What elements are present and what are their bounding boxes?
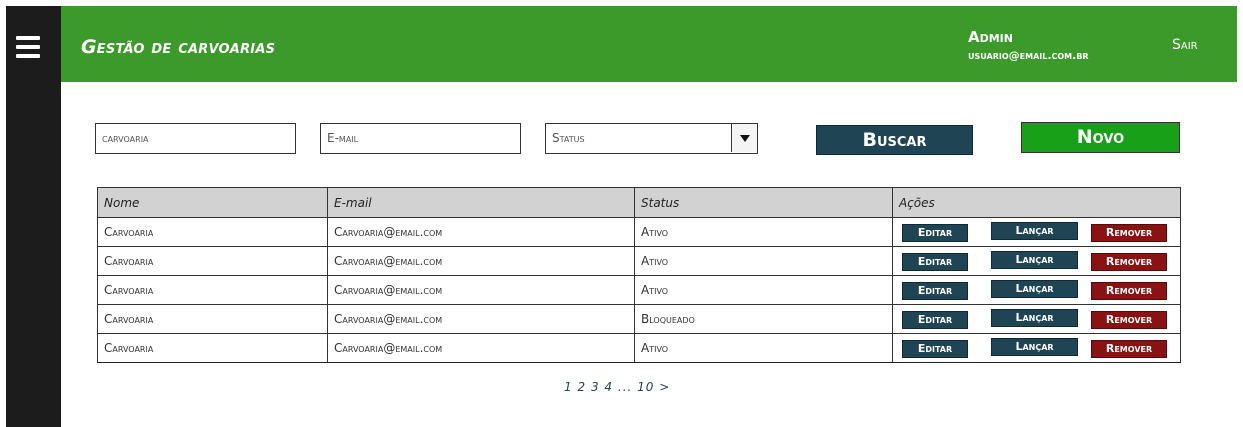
cell-nome: Carvoaria [97,275,328,305]
edit-button[interactable]: Editar [902,340,968,358]
page-ellipsis: ... [617,380,633,394]
table-header-row: Nome E-mail Status Ações [97,187,1181,218]
header-nome: Nome [97,187,328,218]
search-button[interactable]: Buscar [816,125,973,155]
remove-button[interactable]: Remover [1091,311,1167,329]
remove-button[interactable]: Remover [1091,282,1167,300]
carvoarias-table: Nome E-mail Status Ações Carvoaria Carvo… [97,187,1181,363]
cell-nome: Carvoaria [97,304,328,334]
cell-nome: Carvoaria [97,217,328,247]
table-row: Carvoaria Carvoaria@email.com Ativo Edit… [97,217,1181,247]
cell-status: Ativo [634,333,893,363]
launch-button[interactable]: Lançar [991,309,1078,327]
carvoaria-input[interactable] [102,131,289,145]
table-row: Carvoaria Carvoaria@email.com Ativo Edit… [97,275,1181,305]
pagination: 1 2 3 4 ... 10 > [564,380,670,394]
table-row: Carvoaria Carvoaria@email.com Bloqueado … [97,304,1181,334]
cell-actions: Editar Lançar Remover [892,246,1181,276]
next-page-link[interactable]: > [659,380,670,394]
header-email: E-mail [327,187,635,218]
header-acoes: Ações [892,187,1181,218]
carvoaria-field[interactable] [95,123,296,154]
header-bar: Gestão de carvoarias Admin usuario@email… [61,6,1237,82]
launch-button[interactable]: Lançar [991,338,1078,356]
page-link[interactable]: 2 [577,380,586,394]
launch-button[interactable]: Lançar [991,251,1078,269]
cell-email: Carvoaria@email.com [327,333,635,363]
logout-link[interactable]: Sair [1172,37,1198,53]
cell-actions: Editar Lançar Remover [892,217,1181,247]
remove-button[interactable]: Remover [1091,253,1167,271]
table-row: Carvoaria Carvoaria@email.com Ativo Edit… [97,246,1181,276]
cell-email: Carvoaria@email.com [327,246,635,276]
edit-button[interactable]: Editar [902,253,968,271]
email-input[interactable] [327,131,514,145]
status-select-value: Status [552,131,585,145]
cell-nome: Carvoaria [97,246,328,276]
status-select[interactable]: Status [545,123,758,154]
page-title: Gestão de carvoarias [81,36,276,58]
page-link[interactable]: 10 [637,380,654,394]
hamburger-menu-icon[interactable] [16,36,40,58]
chevron-down-icon[interactable] [731,124,757,152]
user-email: usuario@email.com.br [968,49,1089,62]
cell-status: Ativo [634,217,893,247]
page-link[interactable]: 4 [604,380,613,394]
edit-button[interactable]: Editar [902,311,968,329]
remove-button[interactable]: Remover [1091,224,1167,242]
cell-actions: Editar Lançar Remover [892,275,1181,305]
remove-button[interactable]: Remover [1091,340,1167,358]
cell-email: Carvoaria@email.com [327,304,635,334]
cell-email: Carvoaria@email.com [327,275,635,305]
edit-button[interactable]: Editar [902,224,968,242]
launch-button[interactable]: Lançar [991,280,1078,298]
cell-status: Bloqueado [634,304,893,334]
sidebar [6,6,61,427]
edit-button[interactable]: Editar [902,282,968,300]
new-button[interactable]: Novo [1021,122,1180,153]
page-link[interactable]: 1 [564,380,573,394]
table-row: Carvoaria Carvoaria@email.com Ativo Edit… [97,333,1181,363]
cell-actions: Editar Lançar Remover [892,304,1181,334]
page-link[interactable]: 3 [591,380,600,394]
cell-nome: Carvoaria [97,333,328,363]
cell-status: Ativo [634,246,893,276]
cell-status: Ativo [634,275,893,305]
email-field[interactable] [320,123,521,154]
cell-email: Carvoaria@email.com [327,217,635,247]
cell-actions: Editar Lançar Remover [892,333,1181,363]
user-name: Admin [968,28,1013,46]
header-status: Status [634,187,893,218]
launch-button[interactable]: Lançar [991,222,1078,240]
